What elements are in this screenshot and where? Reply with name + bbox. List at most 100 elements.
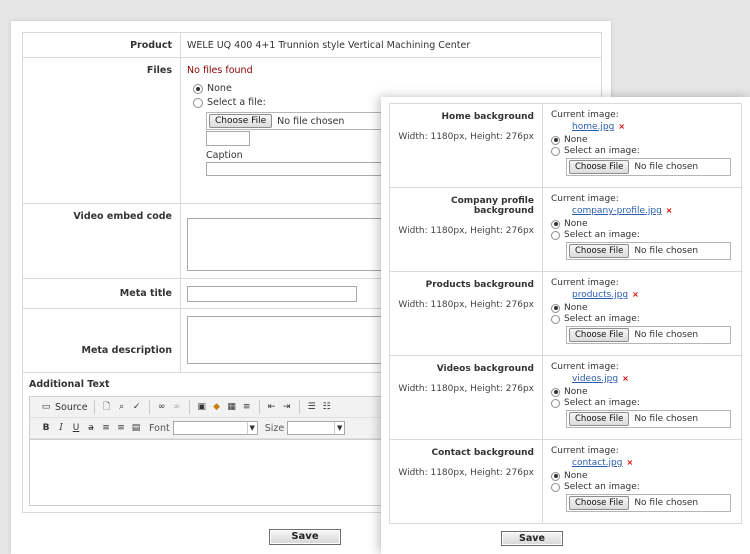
italic-icon[interactable]: I: [55, 422, 67, 434]
radio-icon[interactable]: [551, 387, 560, 397]
current-image-link[interactable]: contact.jpg: [572, 458, 622, 468]
background-dimensions: Width: 1180px, Height: 276px: [398, 226, 534, 236]
files-radio-none[interactable]: None: [193, 83, 594, 94]
source-button[interactable]: Source: [55, 402, 88, 413]
radio-icon[interactable]: [551, 471, 560, 481]
align-center-icon[interactable]: ≡: [115, 422, 127, 434]
background-file-input[interactable]: Choose File No file chosen: [566, 242, 731, 260]
radio-none[interactable]: None: [551, 219, 741, 229]
radio-icon[interactable]: [551, 482, 560, 492]
radio-icon[interactable]: [551, 230, 560, 240]
radio-select-image[interactable]: Select an image:: [551, 230, 741, 240]
size-label: Size: [264, 422, 285, 434]
product-label: Product: [22, 32, 181, 58]
radio-icon[interactable]: [551, 398, 560, 408]
video-embed-textarea[interactable]: [187, 218, 397, 271]
radio-none[interactable]: None: [551, 471, 741, 481]
current-image-link[interactable]: videos.jpg: [572, 374, 618, 384]
radio-icon[interactable]: [551, 303, 560, 313]
radio-icon[interactable]: [551, 314, 560, 324]
no-file-text: No file chosen: [634, 498, 699, 508]
link-icon[interactable]: ∞: [156, 401, 168, 413]
align-justify-icon[interactable]: ▤: [130, 422, 142, 434]
outdent-icon[interactable]: ⇤: [266, 401, 278, 413]
current-image-link[interactable]: products.jpg: [572, 290, 628, 300]
font-label: Font: [149, 422, 170, 434]
spellcheck-icon[interactable]: ✓: [131, 401, 143, 413]
radio-select-image[interactable]: Select an image:: [551, 482, 741, 492]
radio-select-image[interactable]: Select an image:: [551, 146, 741, 156]
backgrounds-save-button[interactable]: Save: [501, 531, 563, 546]
radio-icon[interactable]: [551, 135, 560, 145]
strikethrough-icon[interactable]: a̶: [85, 422, 97, 434]
align-left-icon[interactable]: ≡: [100, 422, 112, 434]
remove-image-icon[interactable]: ×: [666, 206, 673, 215]
horizontal-rule-icon[interactable]: ≡: [241, 401, 253, 413]
background-file-input[interactable]: Choose File No file chosen: [566, 158, 731, 176]
meta-title-input[interactable]: [187, 285, 357, 302]
current-image-link[interactable]: home.jpg: [572, 122, 614, 132]
background-row-videos-background: Videos background Width: 1180px, Height:…: [389, 355, 742, 440]
file-small-input[interactable]: [206, 131, 250, 146]
radio-icon[interactable]: [551, 146, 560, 156]
toolbar-separator: [148, 400, 150, 414]
radio-select-image[interactable]: Select an image:: [551, 314, 741, 324]
radio-icon[interactable]: [193, 97, 203, 108]
background-file-input[interactable]: Choose File No file chosen: [566, 326, 731, 344]
file-input[interactable]: Choose File No file chosen: [206, 112, 406, 130]
meta-title-label: Meta title: [22, 278, 181, 309]
background-title: Company profile background: [450, 196, 534, 216]
toolbar-separator: [93, 400, 95, 414]
no-file-text: No file chosen: [634, 246, 699, 256]
background-label-cell: Company profile background Width: 1180px…: [389, 187, 543, 272]
radio-select-image[interactable]: Select an image:: [551, 398, 741, 408]
unlink-icon[interactable]: ∞: [171, 401, 183, 413]
underline-icon[interactable]: U: [70, 422, 82, 434]
background-title: Contact background: [431, 448, 535, 458]
choose-file-button[interactable]: Choose File: [569, 160, 630, 174]
find-icon[interactable]: ⌕: [116, 401, 128, 413]
caption-input[interactable]: [206, 162, 406, 176]
numbered-list-icon[interactable]: ☰: [306, 401, 318, 413]
background-file-input[interactable]: Choose File No file chosen: [566, 410, 731, 428]
choose-file-button[interactable]: Choose File: [569, 412, 630, 426]
image-icon[interactable]: ▣: [196, 401, 208, 413]
choose-file-button[interactable]: Choose File: [569, 328, 630, 342]
bold-icon[interactable]: B: [40, 422, 52, 434]
radio-icon[interactable]: [193, 83, 203, 94]
background-label-cell: Videos background Width: 1180px, Height:…: [389, 355, 543, 440]
font-select[interactable]: ▼: [172, 421, 258, 435]
save-button[interactable]: Save: [269, 529, 341, 545]
background-value-cell: Current image: company-profile.jpg × None…: [542, 187, 742, 272]
table-icon[interactable]: ▦: [226, 401, 238, 413]
background-label-cell: Products background Width: 1180px, Heigh…: [389, 271, 543, 356]
choose-file-button[interactable]: Choose File: [209, 114, 273, 128]
indent-icon[interactable]: ⇥: [281, 401, 293, 413]
background-label-cell: Home background Width: 1180px, Height: 2…: [389, 103, 543, 188]
radio-none[interactable]: None: [551, 303, 741, 313]
background-dimensions: Width: 1180px, Height: 276px: [398, 468, 534, 478]
remove-image-icon[interactable]: ×: [626, 458, 633, 467]
choose-file-button[interactable]: Choose File: [569, 244, 630, 258]
files-radio-select-label: Select a file:: [207, 97, 266, 108]
background-file-input[interactable]: Choose File No file chosen: [566, 494, 731, 512]
radio-none-label: None: [564, 135, 588, 145]
remove-image-icon[interactable]: ×: [632, 290, 639, 299]
remove-image-icon[interactable]: ×: [622, 374, 629, 383]
radio-none[interactable]: None: [551, 135, 741, 145]
background-value-cell: Current image: home.jpg × None Select an …: [542, 103, 742, 188]
background-row-company-profile-background: Company profile background Width: 1180px…: [389, 187, 742, 272]
meta-description-textarea[interactable]: [187, 316, 397, 364]
size-select[interactable]: ▼: [287, 421, 346, 435]
flash-icon[interactable]: ◆: [211, 401, 223, 413]
radio-select-image-label: Select an image:: [564, 482, 640, 492]
bulleted-list-icon[interactable]: ☷: [321, 401, 333, 413]
remove-image-icon[interactable]: ×: [618, 122, 625, 131]
new-page-icon[interactable]: 🗋: [101, 401, 113, 413]
radio-none[interactable]: None: [551, 387, 741, 397]
radio-icon[interactable]: [551, 219, 560, 229]
current-image-label: Current image:: [551, 362, 619, 372]
choose-file-button[interactable]: Choose File: [569, 496, 630, 510]
source-icon[interactable]: ▭: [40, 401, 52, 413]
current-image-link[interactable]: company-profile.jpg: [572, 206, 662, 216]
